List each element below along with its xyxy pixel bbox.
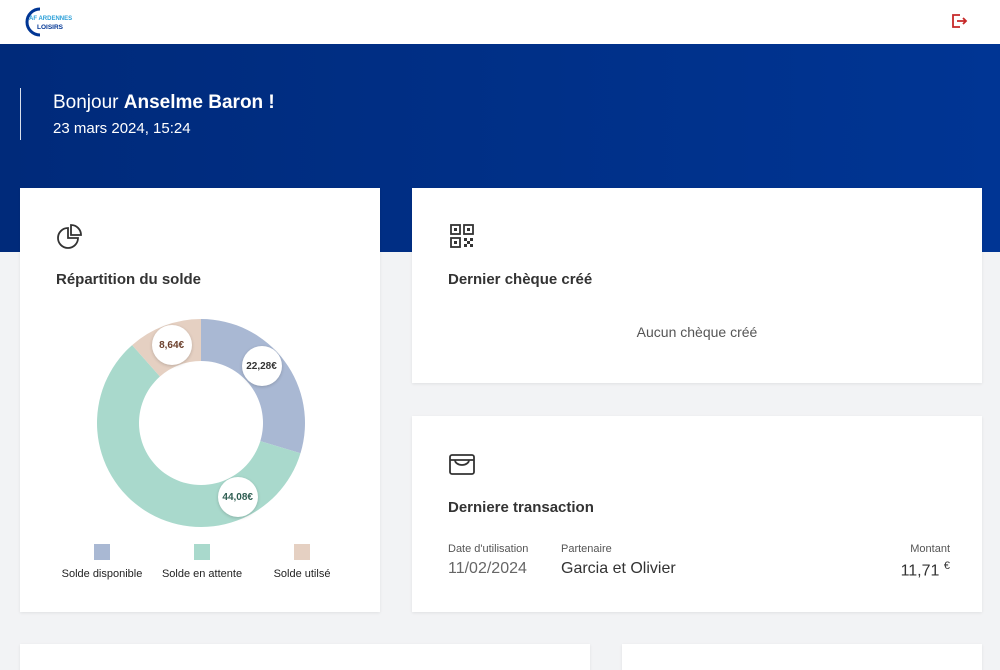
legend-disponible: Solde disponible [60,544,144,580]
bottom-card-right [622,644,982,670]
transaction-date: 11/02/2024 [448,560,527,577]
amount-currency: € [943,560,950,572]
partner-label: Partenaire [561,543,612,555]
slice-disponible [201,319,305,454]
top-bar: AF ARDENNES LOISIRS [0,0,1000,44]
logout-icon[interactable] [949,11,969,31]
qr-code-icon [450,224,474,248]
balance-card: Répartition du solde 22,28€ 44,08€ 8,64€ S… [20,188,380,612]
logo-line2: LOISIRS [37,24,64,31]
legend-swatch-en-attente [194,544,210,560]
value-label-utilise: 8,64€ [151,325,192,366]
no-cheque-message: Aucun chèque créé [636,324,758,340]
hero-accent-bar [20,88,21,140]
legend-utilise: Solde utilsé [266,544,338,580]
legend-en-attente: Solde en attente [156,544,248,580]
legend-label-disponible: Solde disponible [61,568,143,580]
partner-name: Garcia et Olivier [561,560,676,577]
pie-chart-icon [57,224,82,249]
wallet-icon [449,454,475,475]
legend-swatch-disponible [94,544,110,560]
user-name: Anselme Baron ! [123,92,275,113]
legend-label-en-attente: Solde en attente [161,568,243,580]
logo-line1: AF ARDENNES [29,16,72,22]
legend-swatch-utilise [294,544,310,560]
greeting-prefix: Bonjour [53,92,124,113]
transaction-title: Derniere transaction [448,499,594,516]
balance-title: Répartition du solde [56,271,202,288]
transaction-card: Derniere transaction Date d'utilisation … [412,416,982,612]
cheque-title: Dernier chèque créé [448,271,593,288]
current-datetime: 23 mars 2024, 15:24 [53,120,191,137]
value-label-en-attente: 44,08€ [217,477,258,518]
value-label-disponible: 22,28€ [241,346,282,387]
greeting: Bonjour Anselme Baron ! [53,92,275,114]
amount-value: 11,71 [900,562,940,580]
amount-value-wrap: 11,71 € [852,560,950,580]
logo[interactable]: AF ARDENNES LOISIRS [20,6,82,38]
legend-label-utilise: Solde utilsé [273,568,331,580]
bottom-card-left [20,644,590,670]
amount-label: Montant [910,543,950,555]
cheque-card: Dernier chèque créé Aucun chèque créé [412,188,982,383]
date-label: Date d'utilisation [448,543,529,555]
